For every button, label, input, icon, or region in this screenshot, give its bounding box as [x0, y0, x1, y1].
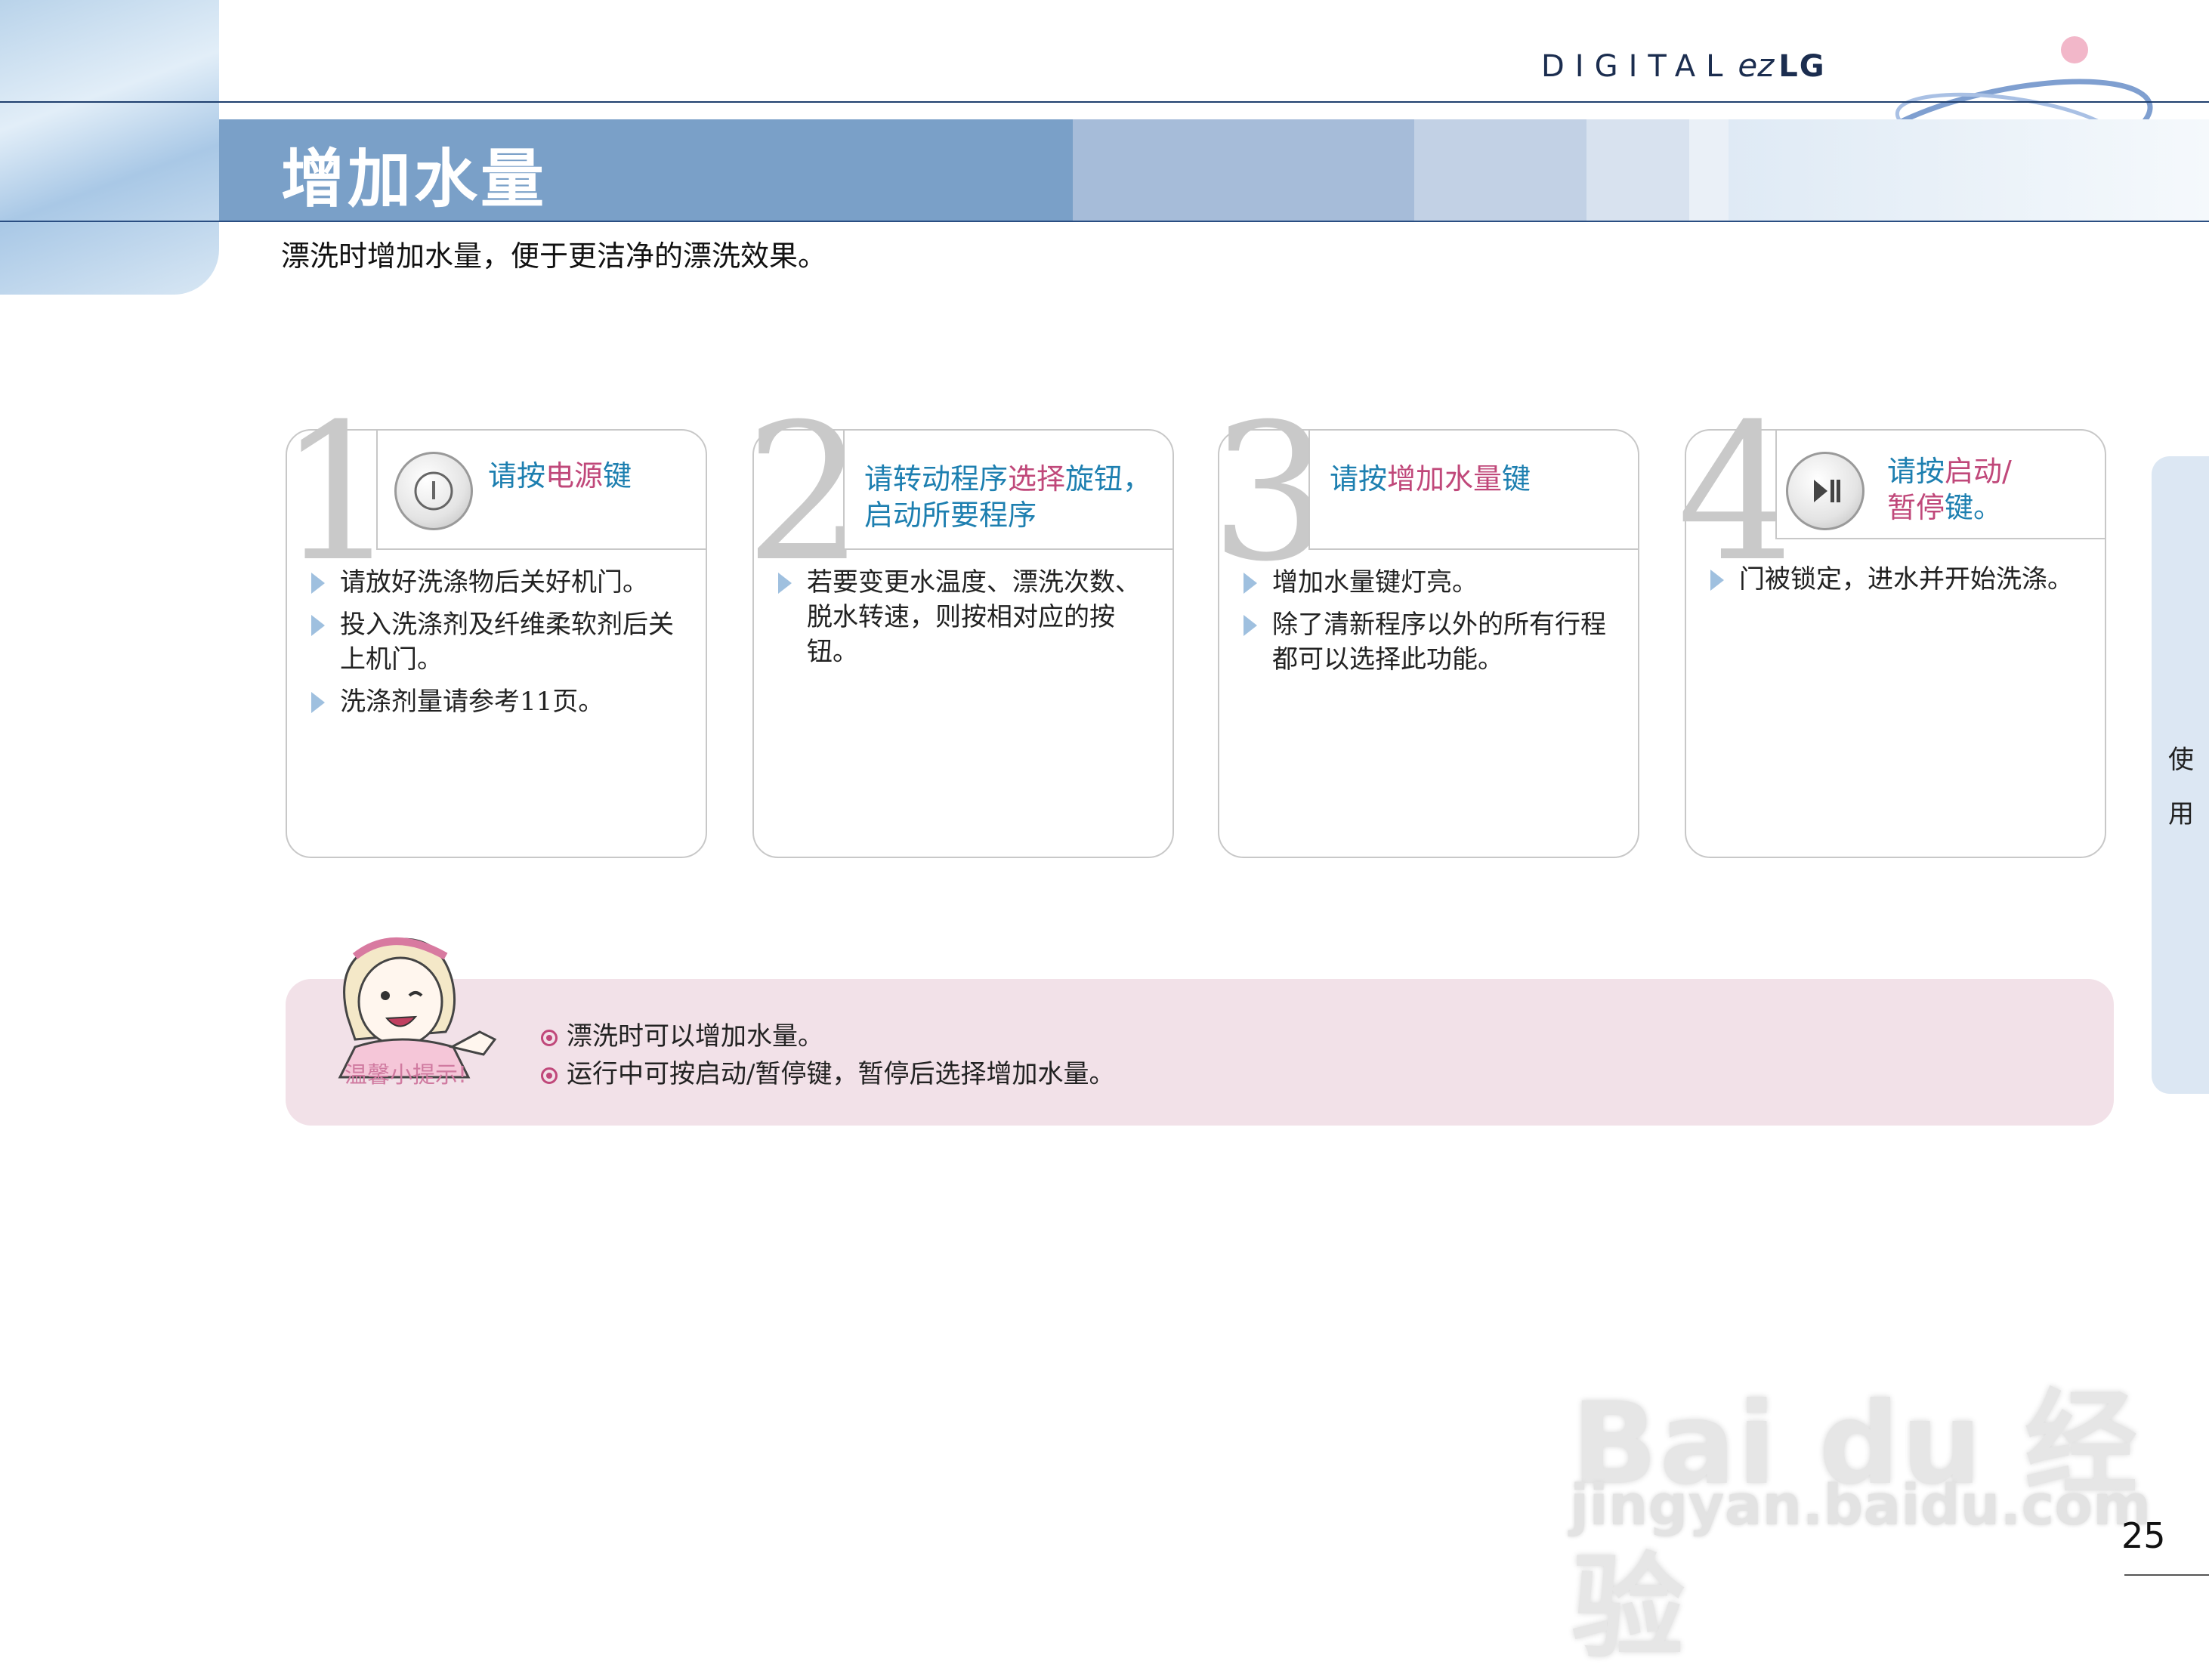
- step-body: 请放好洗涤物后关好机门。 投入洗涤剂及纤维柔软剂后关上机门。 洗涤剂量请参考11…: [311, 565, 689, 727]
- bullet-circle-icon: [541, 1067, 558, 1084]
- band-rule: [0, 221, 2209, 222]
- list-item: 增加水量键灯亮。: [1244, 565, 1621, 600]
- page-number-rule: [2124, 1574, 2209, 1576]
- list-item: 除了清新程序以外的所有行程都可以选择此功能。: [1244, 607, 1621, 677]
- watermark-url: jingyan.baidu.com: [1570, 1473, 2152, 1538]
- tip-line: 漂洗时可以增加水量。: [541, 1015, 823, 1052]
- list-item: 请放好洗涤物后关好机门。: [311, 565, 689, 600]
- step-heading: 请按启动/暂停键。: [1887, 455, 2012, 524]
- list-item: 门被锁定，进水并开始洗涤。: [1710, 562, 2088, 597]
- page-number: 25: [2121, 1515, 2166, 1556]
- side-tab-char: 使: [2168, 745, 2194, 775]
- step-body: 门被锁定，进水并开始洗涤。: [1710, 562, 2088, 604]
- step-body: 若要变更水温度、漂洗次数、脱水转速，则按相对应的按钮。: [778, 565, 1156, 677]
- step-1: 1 请按电源键 请放好洗涤物后关好机门。 投入洗涤剂及纤维柔软剂后关上机门。 洗…: [278, 399, 710, 860]
- step-heading: 请转动程序选择旋钮， 启动所要程序: [864, 462, 1152, 532]
- list-item: 投入洗涤剂及纤维柔软剂后关上机门。: [311, 607, 689, 677]
- list-item: 若要变更水温度、漂洗次数、脱水转速，则按相对应的按钮。: [778, 565, 1156, 669]
- step-4: 4 请按启动/暂停键。 门被锁定，进水并开始洗涤。: [1677, 399, 2109, 860]
- step-heading: 请按增加水量键: [1330, 462, 1531, 496]
- step-heading: 请按电源键: [488, 459, 632, 493]
- list-item: 洗涤剂量请参考11页。: [311, 684, 689, 719]
- bullet-circle-icon: [541, 1030, 558, 1046]
- power-icon: [394, 452, 473, 530]
- brand-logo: DIGITAL ez LG: [1541, 47, 1826, 84]
- step-2: 2 请转动程序选择旋钮， 启动所要程序 若要变更水温度、漂洗次数、脱水转速，则按相…: [745, 399, 1177, 860]
- page-title: 增加水量: [281, 142, 548, 216]
- step-body: 增加水量键灯亮。 除了清新程序以外的所有行程都可以选择此功能。: [1244, 565, 1621, 684]
- play-pause-icon: [1786, 452, 1865, 530]
- side-tab-char: 用: [2168, 799, 2194, 829]
- header-rule: [0, 101, 2209, 103]
- tip-line: 运行中可按启动/暂停键，暂停后选择增加水量。: [541, 1053, 1114, 1090]
- tip-label: 温馨小提示!: [344, 1062, 468, 1089]
- page-subtitle: 漂洗时增加水量，便于更洁净的漂洗效果。: [281, 239, 827, 273]
- step-3: 3 请按增加水量键 增加水量键灯亮。 除了清新程序以外的所有行程都可以选择此功能…: [1210, 399, 1642, 860]
- tip-box: [286, 979, 2114, 1126]
